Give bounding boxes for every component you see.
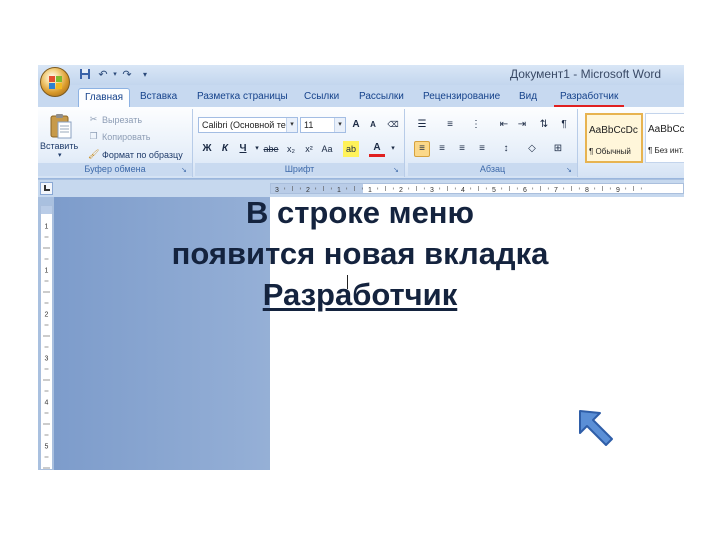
font-size-combo[interactable]: 11 ▾ — [300, 117, 346, 133]
copy-label: Копировать — [102, 131, 151, 142]
borders-icon[interactable]: ⊞ — [550, 141, 566, 157]
tab-insert[interactable]: Вставка — [134, 88, 183, 107]
strikethrough-button[interactable]: abe — [261, 141, 281, 157]
ruler-label: 3 — [45, 356, 49, 363]
paragraph-launcher-icon[interactable]: ↘ — [566, 167, 574, 175]
style-name: ¶ Без инт... — [648, 146, 684, 155]
tab-mailings[interactable]: Рассылки — [353, 88, 410, 107]
font-launcher-icon[interactable]: ↘ — [393, 167, 401, 175]
save-icon[interactable] — [78, 68, 92, 82]
slide-caption: В строке меню появится новая вкладка Раз… — [80, 192, 640, 315]
chevron-down-icon[interactable]: ▾ — [286, 118, 297, 132]
numbering-icon[interactable]: ≡ — [442, 117, 458, 133]
style-normal[interactable]: AaBbCcDc ¶ Обычный — [585, 113, 643, 163]
shading-icon[interactable]: ◇ — [524, 141, 540, 157]
italic-button[interactable]: К — [217, 141, 233, 157]
chevron-down-icon[interactable]: ▾ — [334, 118, 345, 132]
tab-selector-button[interactable] — [40, 182, 53, 195]
style-no-spacing[interactable]: AaBbCcDc ¶ Без инт... — [645, 113, 684, 163]
ruler-label: 5 — [45, 444, 49, 451]
superscript-button[interactable]: x² — [301, 141, 317, 157]
subscript-button[interactable]: x₂ — [283, 141, 299, 157]
shrink-font-button[interactable]: A — [365, 117, 381, 133]
copy-button[interactable]: ❐ Копировать — [88, 131, 150, 142]
font-color-button[interactable]: A — [369, 141, 385, 157]
ruler-label: 1 — [45, 268, 49, 275]
clipboard-group-label: Буфер обмена — [38, 163, 192, 176]
left-tab-icon — [44, 185, 50, 191]
window-title: Документ1 - Microsoft Word — [510, 67, 662, 81]
redo-icon[interactable]: ↷ — [120, 68, 134, 82]
cut-label: Вырезать — [102, 114, 143, 125]
align-center-icon[interactable]: ≡ — [434, 141, 450, 157]
paragraph-group: ☰ ≡ ⋮ ⇤ ⇥ ⇅ ¶ ≡ ≡ ≡ ≡ ↕ ◇ ⊞ Абзац ↘ — [408, 109, 578, 177]
tab-references[interactable]: Ссылки — [298, 88, 345, 107]
font-color-dropdown-icon[interactable]: ▾ — [385, 141, 401, 157]
multilevel-list-icon[interactable]: ⋮ — [468, 117, 484, 133]
paste-button[interactable]: Вставить — [40, 141, 78, 151]
style-sample: AaBbCcDc — [589, 125, 638, 136]
arrow-up-left-icon — [579, 410, 613, 446]
sort-icon[interactable]: ⇅ — [536, 117, 552, 133]
style-name: ¶ Обычный — [589, 147, 631, 156]
bold-button[interactable]: Ж — [199, 141, 215, 157]
paste-dropdown-icon[interactable]: ▾ — [58, 151, 62, 159]
vertical-ruler-ticks: 1 1 2 3 4 5 — [43, 224, 50, 469]
clipboard-launcher-icon[interactable]: ↘ — [181, 167, 189, 175]
clipboard-group: Вставить ▾ ✂ Вырезать ❐ Копировать 🖌 Фор… — [38, 109, 193, 177]
customize-quick-access-icon[interactable]: ▾ — [138, 68, 152, 82]
ruler-label: 4 — [45, 400, 49, 407]
slide: ↶ ▾ ↷ ▾ Документ1 - Microsoft Word Главн… — [0, 0, 720, 540]
bullets-icon[interactable]: ☰ — [414, 117, 430, 133]
line-spacing-icon[interactable]: ↕ — [498, 141, 514, 157]
font-name-combo[interactable]: Calibri (Основной текст) ▾ — [198, 117, 298, 133]
tab-view[interactable]: Вид — [513, 88, 543, 107]
paragraph-group-label: Абзац — [408, 163, 577, 176]
align-right-icon[interactable]: ≡ — [454, 141, 470, 157]
caption-line-2: появится новая вкладка — [171, 236, 549, 271]
office-logo-icon — [49, 76, 62, 89]
decrease-indent-icon[interactable]: ⇤ — [496, 117, 512, 133]
format-painter-button[interactable]: 🖌 Формат по образцу — [88, 149, 183, 160]
font-group: Calibri (Основной текст) ▾ 11 ▾ A A ⌫ Ж … — [195, 109, 405, 177]
scissors-icon: ✂ — [89, 114, 98, 124]
font-name-value: Calibri (Основной текст) — [202, 120, 298, 130]
tab-home[interactable]: Главная — [78, 88, 131, 107]
ruler-label: 1 — [45, 224, 49, 231]
tab-page-layout[interactable]: Разметка страницы — [191, 88, 294, 107]
ribbon-tabs: Главная Вставка Разметка страницы Ссылки… — [38, 85, 684, 107]
font-size-value: 11 — [304, 120, 314, 130]
clear-format-icon[interactable]: ⌫ — [385, 117, 401, 133]
vertical-ruler[interactable]: 1 1 2 3 4 5 — [40, 205, 53, 470]
caption-line-1: В строке меню — [245, 195, 475, 230]
align-left-icon[interactable]: ≡ — [414, 141, 430, 157]
format-painter-label: Формат по образцу — [102, 149, 183, 160]
ruler-label: 2 — [45, 312, 49, 319]
highlight-button[interactable]: ab — [343, 141, 359, 157]
font-group-label: Шрифт — [195, 163, 404, 176]
justify-icon[interactable]: ≡ — [474, 141, 490, 157]
tab-developer[interactable]: Разработчик — [554, 88, 625, 107]
style-sample: AaBbCcDc — [648, 124, 684, 135]
copy-icon: ❐ — [89, 131, 98, 141]
increase-indent-icon[interactable]: ⇥ — [514, 117, 530, 133]
ribbon: Вставить ▾ ✂ Вырезать ❐ Копировать 🖌 Фор… — [38, 107, 684, 179]
office-button[interactable] — [40, 67, 70, 97]
grow-font-button[interactable]: A — [348, 117, 364, 133]
title-bar: ↶ ▾ ↷ ▾ Документ1 - Microsoft Word — [38, 65, 684, 85]
tab-review[interactable]: Рецензирование — [417, 88, 506, 107]
paste-icon[interactable] — [50, 113, 72, 139]
styles-group: AaBbCcDc ¶ Обычный AaBbCcDc ¶ Без инт... — [581, 109, 684, 177]
change-case-button[interactable]: Aa — [319, 141, 335, 157]
show-marks-button[interactable]: ¶ — [556, 117, 572, 133]
format-painter-icon: 🖌 — [88, 149, 100, 159]
caption-line-3: Разработчик — [262, 277, 458, 312]
cut-button[interactable]: ✂ Вырезать — [88, 114, 142, 125]
